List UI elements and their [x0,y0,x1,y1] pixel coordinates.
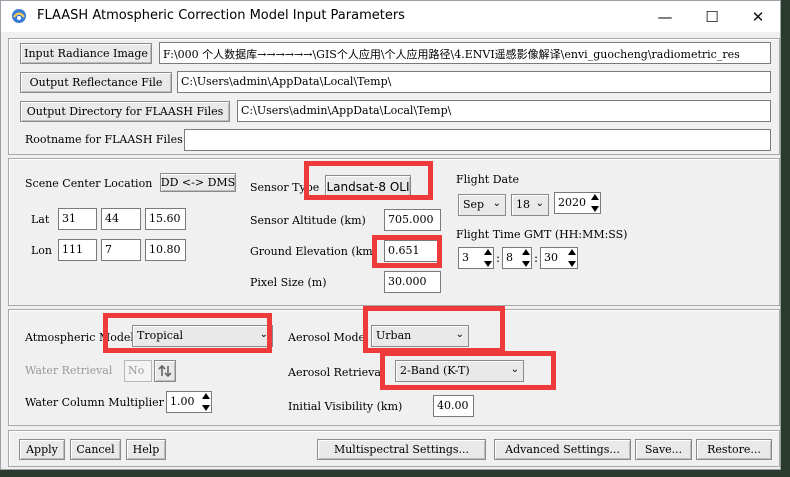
input-radiance-button[interactable]: Input Radiance Image [20,43,152,64]
file-panel: Input Radiance Image F:\000 个人数据库→→→→→→\… [8,38,780,155]
sensor-altitude-field[interactable]: 705.000 [384,209,441,231]
spinner-arrows-icon[interactable] [521,249,530,267]
apply-button[interactable]: Apply [19,439,65,460]
maximize-icon[interactable]: ☐ [689,1,735,32]
initial-visibility-label: Initial Visibility (km) [288,400,403,413]
lat-label: Lat [31,213,50,226]
rootname-field[interactable] [184,129,771,151]
scene-center-label: Scene Center Location [25,177,153,190]
restore-button[interactable]: Restore... [696,439,772,460]
spinner-arrows-icon[interactable] [590,194,599,212]
flight-month-select[interactable]: Sep ⌄ [458,194,506,216]
lat-seconds-field[interactable]: 15.60 [145,208,186,230]
window-title: FLAASH Atmospheric Correction Model Inpu… [37,8,405,23]
flight-date-label: Flight Date [456,173,520,186]
water-retrieval-field: No [124,360,152,382]
title-bar[interactable]: FLAASH Atmospheric Correction Model Inpu… [1,1,780,32]
water-column-label: Water Column Multiplier [25,396,164,409]
output-directory-field[interactable]: C:\Users\admin\AppData\Local\Temp\ [237,100,771,122]
spinner-arrows-icon[interactable] [201,393,210,411]
highlight-ground-elevation [372,235,442,268]
lon-degrees-field[interactable]: 111 [58,239,97,261]
initial-visibility-field[interactable]: 40.00 [433,395,474,417]
chevron-down-icon: ⌄ [535,198,544,209]
lon-minutes-field[interactable]: 7 [101,239,141,261]
water-retrieval-label: Water Retrieval [25,364,113,377]
time-separator: : [534,251,539,265]
flaash-dialog: FLAASH Atmospheric Correction Model Inpu… [0,0,781,470]
highlight-atmospheric-model [103,313,272,353]
flight-hour-value: 3 [462,251,469,264]
input-radiance-field[interactable]: F:\000 个人数据库→→→→→→\GIS个人应用\个人应用路径\4.ENVI… [159,42,771,64]
aerosol-model-label: Aerosol Model [288,331,369,344]
flight-minute-spinner[interactable]: 8 [502,247,532,269]
pixel-size-label: Pixel Size (m) [250,276,327,289]
help-button[interactable]: Help [126,439,166,460]
flight-day-value: 18 [516,198,530,211]
lon-seconds-field[interactable]: 10.80 [145,239,186,261]
highlight-sensor-type [304,161,433,200]
lon-label: Lon [31,244,53,257]
lat-minutes-field[interactable]: 44 [101,208,141,230]
water-column-spinner[interactable]: 1.00 [166,391,212,413]
time-separator: : [496,251,501,265]
flight-year-spinner[interactable]: 2020 [554,192,601,214]
swap-arrows-icon [158,364,172,378]
flight-minute-value: 8 [506,251,513,264]
close-icon[interactable]: ✕ [735,1,781,32]
sensor-altitude-label: Sensor Altitude (km) [250,214,366,227]
pixel-size-field[interactable]: 30.000 [384,271,441,293]
aerosol-retrieval-label: Aerosol Retrieval [288,366,385,379]
minimize-icon[interactable]: — [642,1,688,32]
output-reflectance-field[interactable]: C:\Users\admin\AppData\Local\Temp\ [177,71,771,93]
output-reflectance-button[interactable]: Output Reflectance File [20,72,172,93]
lat-degrees-field[interactable]: 31 [58,208,97,230]
spinner-arrows-icon[interactable] [567,249,576,267]
dd-dms-button[interactable]: DD <-> DMS [160,173,236,192]
rootname-label: Rootname for FLAASH Files [25,133,183,146]
flight-second-spinner[interactable]: 30 [540,247,578,269]
output-directory-button[interactable]: Output Directory for FLAASH Files [20,101,230,122]
save-button[interactable]: Save... [635,439,692,460]
highlight-aerosol-retrieval [380,351,556,390]
actions-panel: Apply Cancel Help Multispectral Settings… [8,430,780,467]
envi-app-icon [11,8,27,24]
cancel-button[interactable]: Cancel [70,439,121,460]
water-retrieval-toggle[interactable] [154,360,176,382]
flight-hour-spinner[interactable]: 3 [458,247,494,269]
chevron-down-icon: ⌄ [492,198,501,209]
water-column-value: 1.00 [170,395,195,408]
ground-elevation-label: Ground Elevation (km) [250,245,378,258]
multispectral-settings-button[interactable]: Multispectral Settings... [317,439,486,460]
highlight-aerosol-model [363,306,505,353]
flight-month-value: Sep [463,198,485,211]
flight-year-value: 2020 [558,196,586,209]
flight-time-label: Flight Time GMT (HH:MM:SS) [456,228,628,241]
flight-day-select[interactable]: 18 ⌄ [511,194,549,216]
advanced-settings-button[interactable]: Advanced Settings... [494,439,631,460]
spinner-arrows-icon[interactable] [483,249,492,267]
flight-second-value: 30 [544,251,558,264]
